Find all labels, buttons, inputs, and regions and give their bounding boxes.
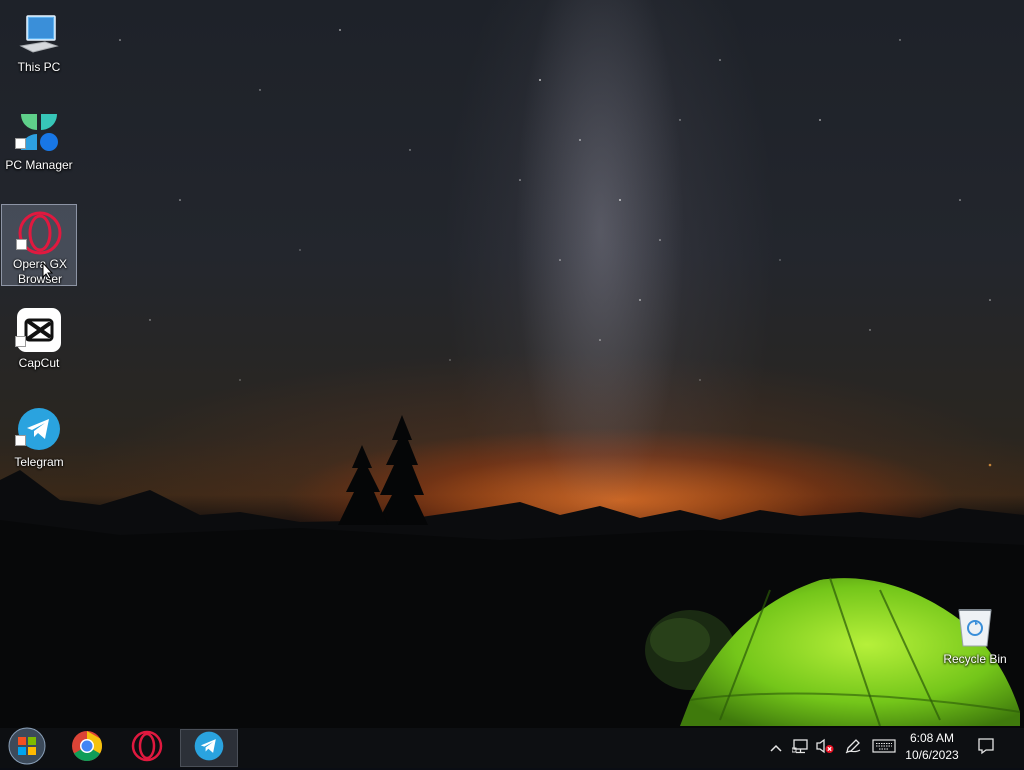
desktop-wallpaper (0, 0, 1024, 728)
pen-icon (844, 737, 862, 760)
show-hidden-icons-button[interactable] (766, 728, 786, 768)
this-pc-icon (17, 12, 61, 56)
shortcut-arrow-icon (16, 239, 27, 250)
volume-button[interactable] (814, 728, 836, 768)
chrome-icon (71, 730, 103, 767)
desktop-icon-label: Recycle Bin (943, 652, 1007, 666)
shortcut-arrow-icon (15, 336, 26, 347)
desktop-icon-label: PC Manager (5, 158, 73, 172)
mouse-cursor-icon (42, 262, 54, 280)
network-icon (791, 738, 810, 759)
clock-time: 6:08 AM (909, 731, 955, 745)
keyboard-icon (872, 738, 896, 758)
shortcut-arrow-icon (15, 138, 26, 149)
pen-workspace-button[interactable] (842, 728, 864, 768)
volume-muted-icon (815, 738, 835, 759)
desktop-icon-label: Telegram (14, 455, 64, 469)
telegram-icon (194, 731, 224, 766)
desktop-icon-capcut[interactable]: CapCut (1, 302, 77, 384)
taskbar-opera-button[interactable] (120, 728, 174, 768)
taskbar: 6:08 AM 10/6/2023 (0, 727, 1024, 770)
windows-start-icon (8, 727, 46, 770)
desktop-icon-label: CapCut (18, 356, 60, 370)
opera-icon (131, 730, 163, 767)
desktop-icon-opera-gx[interactable]: Opera GX Browser (1, 204, 77, 286)
taskbar-chrome-button[interactable] (60, 728, 114, 768)
touch-keyboard-button[interactable] (870, 728, 898, 768)
chevron-up-icon (770, 739, 782, 757)
tent-illustration (680, 577, 1021, 727)
desktop-icon-pc-manager[interactable]: PC Manager (1, 104, 77, 186)
notification-icon (977, 737, 995, 760)
desktop-icon-telegram[interactable]: Telegram (1, 401, 77, 483)
taskbar-clock[interactable]: 6:08 AM 10/6/2023 (900, 730, 964, 764)
taskbar-telegram-button[interactable] (180, 729, 238, 767)
network-button[interactable] (790, 728, 812, 768)
desktop-icon-this-pc[interactable]: This PC (1, 6, 77, 88)
clock-date: 10/6/2023 (905, 748, 959, 762)
shortcut-arrow-icon (15, 435, 26, 446)
desktop-icon-label: Opera GX Browser (12, 257, 68, 286)
notification-center-button[interactable] (972, 728, 1000, 768)
start-button[interactable] (0, 727, 54, 770)
desktop-icon-recycle-bin[interactable]: Recycle Bin (937, 598, 1013, 680)
recycle-bin-icon (953, 604, 997, 648)
desktop-icon-label: This PC (17, 60, 61, 74)
